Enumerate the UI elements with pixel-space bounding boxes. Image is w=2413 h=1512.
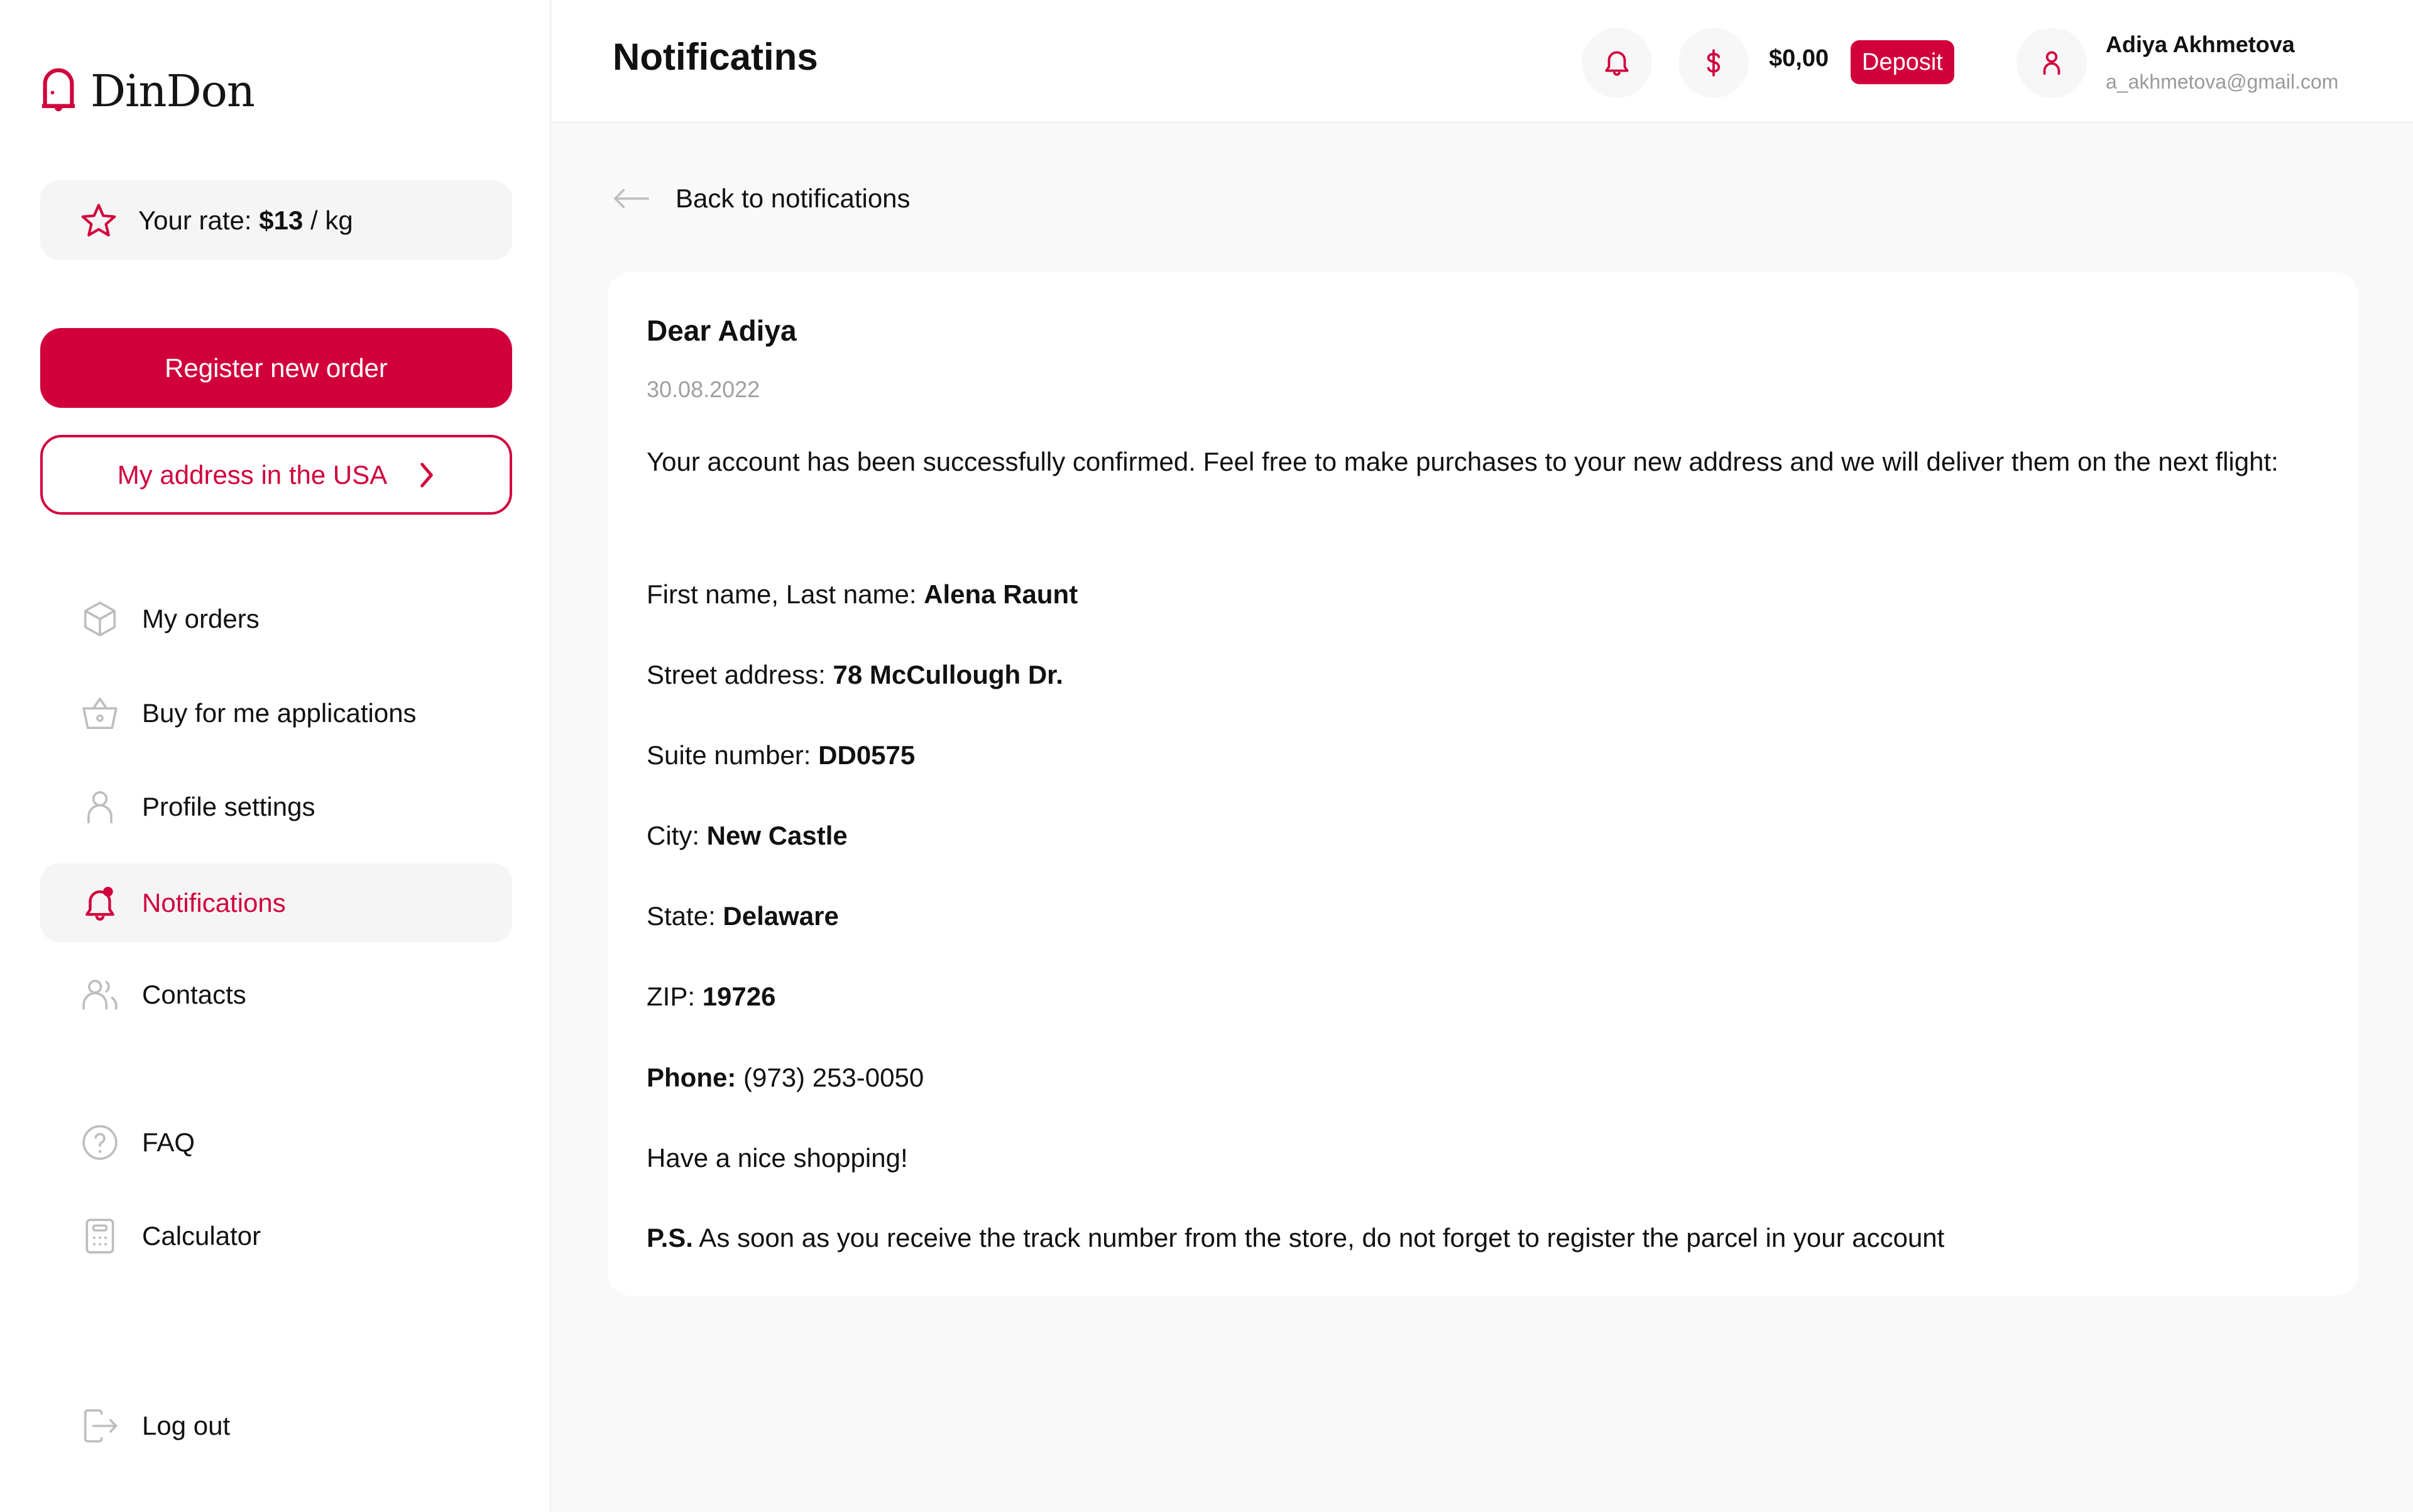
register-new-order-button[interactable]: Register new order: [40, 328, 512, 408]
sidebar-item-label: Notifications: [142, 887, 286, 918]
address-field-phone: Phone: (973) 253-0050: [647, 1063, 924, 1093]
users-icon: [82, 979, 118, 1009]
rate-text: Your rate: $13 / kg: [138, 205, 353, 236]
sidebar-item-notifications[interactable]: Notifications: [40, 863, 512, 942]
sidebar-item-label: Calculator: [142, 1220, 261, 1251]
field-value: 78 McCullough Dr.: [833, 660, 1063, 689]
field-label: ZIP:: [647, 982, 703, 1011]
basket-icon: [82, 697, 118, 729]
field-label: Street address:: [647, 660, 833, 689]
field-value: (973) 253-0050: [743, 1063, 924, 1092]
user-icon: [87, 791, 112, 823]
dollar-icon: [1707, 49, 1721, 77]
sidebar: DinDon Your rate: $13 / kg Register new …: [0, 0, 551, 1512]
my-address-label: My address in the USA: [117, 459, 388, 490]
balance-amount: $0,00: [1769, 45, 1829, 72]
logout-button[interactable]: Log out: [40, 1386, 512, 1465]
brand-name: DinDon: [90, 65, 255, 117]
sidebar-item-faq[interactable]: FAQ: [40, 1103, 512, 1181]
rate-label: Your rate:: [138, 205, 260, 235]
sidebar-item-profile-settings[interactable]: Profile settings: [40, 767, 512, 846]
sidebar-item-calculator[interactable]: Calculator: [40, 1197, 512, 1275]
address-field-city: City: New Castle: [647, 821, 848, 851]
arrow-left-icon: [614, 189, 649, 209]
ps-label: P.S.: [647, 1223, 693, 1252]
profile-avatar-button[interactable]: [2016, 28, 2087, 98]
back-to-notifications-link[interactable]: Back to notifications: [613, 184, 911, 214]
rate-unit: / kg: [303, 205, 353, 235]
user-icon: [2043, 51, 2060, 75]
rate-value: $13: [259, 205, 304, 235]
field-value: New Castle: [706, 821, 848, 850]
bell-icon: [85, 886, 114, 921]
address-field-street: Street address: 78 McCullough Dr.: [647, 660, 1063, 690]
notification-closing: Have a nice shopping!: [647, 1143, 908, 1173]
notifications-button[interactable]: [1582, 28, 1652, 98]
chevron-right-icon: [420, 462, 434, 488]
address-field-suite: Suite number: DD0575: [647, 740, 915, 770]
field-label: Suite number:: [647, 740, 819, 770]
user-name: Adiya Akhmetova: [2106, 31, 2295, 57]
notification-card: Dear Adiya 30.08.2022 Your account has b…: [608, 272, 2358, 1296]
notification-greeting: Dear Adiya: [647, 314, 797, 347]
sidebar-item-label: My orders: [142, 603, 260, 633]
ps-text: As soon as you receive the track number …: [692, 1223, 1945, 1252]
field-value: Delaware: [723, 901, 839, 931]
field-value: Alena Raunt: [924, 579, 1078, 609]
question-icon: [82, 1124, 118, 1160]
sidebar-item-label: Profile settings: [142, 791, 315, 821]
notification-intro: Your account has been successfully confi…: [647, 447, 2279, 476]
field-value: 19726: [702, 982, 776, 1011]
logo[interactable]: DinDon: [40, 65, 255, 117]
user-email: a_akhmetova@gmail.com: [2106, 70, 2339, 93]
field-label: First name, Last name:: [647, 579, 924, 609]
logout-icon: [84, 1409, 118, 1442]
sidebar-item-label: Log out: [142, 1410, 231, 1440]
star-icon: [81, 203, 116, 236]
box-icon: [84, 601, 116, 637]
field-label: State:: [647, 901, 723, 931]
field-value: DD0575: [818, 740, 916, 770]
calculator-icon: [85, 1218, 114, 1254]
sidebar-item-buy-for-me[interactable]: Buy for me applications: [40, 674, 512, 752]
sidebar-item-contacts[interactable]: Contacts: [40, 955, 512, 1034]
my-address-button[interactable]: My address in the USA: [40, 435, 512, 515]
top-header: Notificatins $0,00 Deposit Adiya Akhmeto…: [552, 0, 2413, 123]
field-label: City:: [647, 821, 707, 850]
deposit-button[interactable]: Deposit: [1851, 40, 1954, 84]
address-field-name: First name, Last name: Alena Raunt: [647, 579, 1078, 610]
back-link-label: Back to notifications: [676, 184, 911, 213]
sidebar-item-label: FAQ: [142, 1127, 195, 1157]
notification-date: 30.08.2022: [647, 376, 760, 402]
rate-box: Your rate: $13 / kg: [40, 180, 512, 260]
field-label: Phone:: [647, 1063, 743, 1092]
sidebar-item-label: Buy for me applications: [142, 698, 417, 728]
page-title: Notificatins: [613, 36, 818, 78]
bell-icon: [1605, 51, 1629, 76]
bell-logo-icon: [41, 68, 75, 112]
address-field-zip: ZIP: 19726: [647, 982, 775, 1012]
address-field-state: State: Delaware: [647, 901, 839, 931]
sidebar-item-my-orders[interactable]: My orders: [40, 579, 512, 658]
sidebar-item-label: Contacts: [142, 979, 246, 1009]
balance-button[interactable]: [1678, 28, 1749, 98]
notification-ps: P.S. As soon as you receive the track nu…: [647, 1223, 1944, 1253]
